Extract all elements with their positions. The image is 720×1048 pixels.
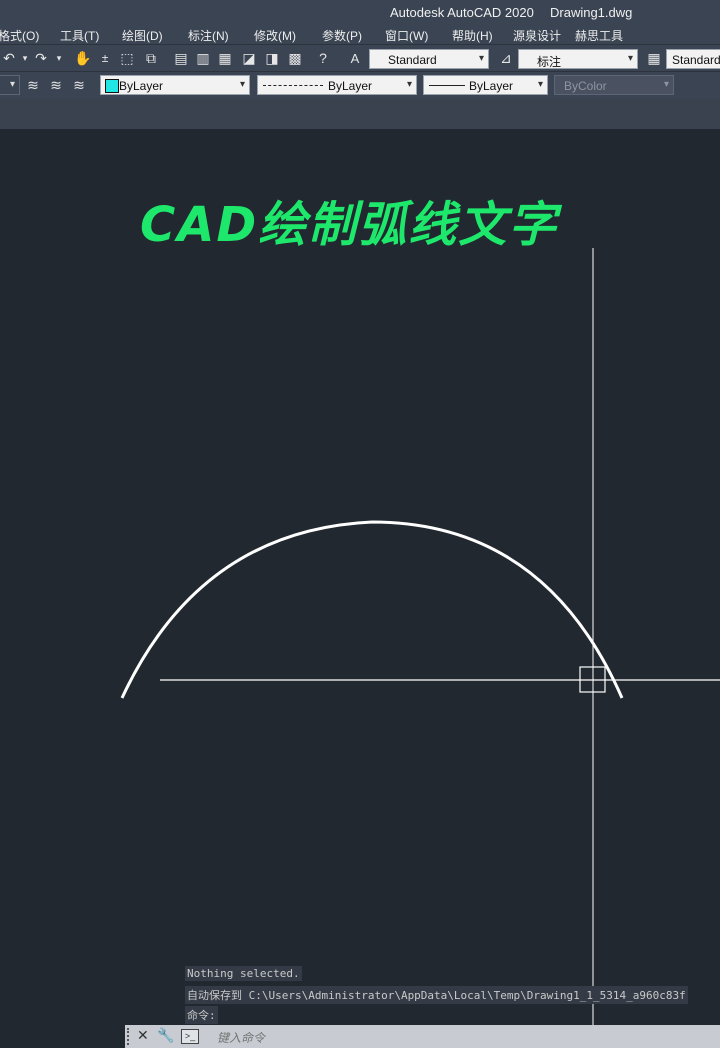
table-style-dropdown[interactable]: Standard (666, 49, 720, 69)
command-history-line: 自动保存到 C:\Users\Administrator\AppData\Loc… (185, 986, 688, 1004)
menu-hesi-tools[interactable]: 赫思工具 (575, 27, 623, 44)
command-history-line: Nothing selected. (185, 966, 302, 981)
menu-draw[interactable]: 绘图(D) (122, 27, 163, 44)
dim-style-icon[interactable]: ⊿ (497, 49, 515, 67)
layer-current-icon[interactable]: ≋ (47, 76, 65, 94)
properties-icon[interactable]: ▤ (172, 49, 190, 67)
command-prompt-icon[interactable]: >_ (181, 1029, 199, 1044)
dim-style-dropdown[interactable]: 标注 ▾ (518, 49, 638, 69)
command-history-line: 命令: (185, 1006, 218, 1024)
wrench-icon[interactable]: 🔧 (157, 1027, 174, 1044)
chevron-down-icon: ▾ (478, 53, 484, 64)
menu-bar: 格式(O) 工具(T) 绘图(D) 标注(N) 修改(M) 参数(P) 窗口(W… (0, 24, 720, 44)
menu-modify[interactable]: 修改(M) (254, 27, 296, 44)
menu-tools[interactable]: 工具(T) (60, 27, 99, 44)
text-style-icon[interactable]: A (346, 49, 364, 67)
zoom-realtime-icon[interactable]: ± (96, 49, 114, 67)
chevron-down-icon: ▾ (9, 79, 15, 90)
text-style-dropdown[interactable]: Standard ▾ (369, 49, 489, 69)
markup-icon[interactable]: ◨ (263, 49, 281, 67)
layers-toolbar: ▾ ≋ ≋ ≋ ByLayer ▾ ByLayer ▾ ByLayer ▾ By… (0, 71, 720, 100)
title-bar: Autodesk AutoCAD 2020 Drawing1.dwg (0, 0, 720, 24)
chevron-down-icon: ▾ (663, 79, 669, 90)
menu-format[interactable]: 格式(O) (0, 27, 39, 44)
document-title: Drawing1.dwg (550, 5, 633, 20)
linetype-dropdown[interactable]: ByLayer ▾ (257, 75, 417, 95)
layer-dropdown[interactable]: ▾ (0, 75, 20, 95)
lineweight-dropdown[interactable]: ByLayer ▾ (423, 75, 548, 95)
redo-dropdown-icon[interactable]: ▾ (50, 49, 68, 67)
zoom-previous-icon[interactable]: ⧉ (142, 49, 160, 67)
close-icon[interactable]: ✕ (137, 1027, 149, 1044)
menu-parameters[interactable]: 参数(P) (322, 27, 362, 44)
linetype-preview (263, 85, 323, 86)
menu-window[interactable]: 窗口(W) (385, 27, 428, 44)
menu-dimension[interactable]: 标注(N) (188, 27, 229, 44)
layer-manager-icon[interactable]: ≋ (24, 76, 42, 94)
sheet-set-icon[interactable]: ◪ (240, 49, 258, 67)
color-dropdown[interactable]: ByLayer ▾ (100, 75, 250, 95)
help-icon[interactable]: ? (314, 49, 332, 67)
menu-help[interactable]: 帮助(H) (452, 27, 493, 44)
tool-palettes-icon[interactable]: ▦ (216, 49, 234, 67)
toolbar-spacer (0, 99, 720, 129)
chevron-down-icon: ▾ (239, 79, 245, 90)
chevron-down-icon: ▾ (537, 79, 543, 90)
chevron-down-icon: ▾ (627, 53, 633, 64)
command-input[interactable] (215, 1027, 719, 1048)
layer-previous-icon[interactable]: ≋ (70, 76, 88, 94)
menu-yuanquan[interactable]: 源泉设计 (513, 27, 561, 44)
command-line-bar: ✕ 🔧 >_ (125, 1025, 720, 1048)
lineweight-preview (429, 85, 465, 86)
calculator-icon[interactable]: ▩ (286, 49, 304, 67)
chevron-down-icon: ▾ (406, 79, 412, 90)
standard-toolbar: ↶ ▾ ↷ ▾ ✋ ± ⬚ ⧉ ▤ ▥ ▦ ◪ ◨ ▩ ? A Standard… (0, 44, 720, 73)
pan-hand-icon[interactable]: ✋ (74, 49, 92, 67)
zoom-window-icon[interactable]: ⬚ (118, 49, 136, 67)
table-style-icon[interactable]: ▦ (645, 49, 663, 67)
app-title: Autodesk AutoCAD 2020 (390, 5, 534, 20)
redo-icon[interactable]: ↷ (32, 49, 50, 67)
design-center-icon[interactable]: ▥ (194, 49, 212, 67)
arc-curve[interactable] (120, 520, 624, 699)
drawing-canvas[interactable] (0, 130, 720, 1048)
plot-style-dropdown: ByColor ▾ (554, 75, 674, 95)
color-swatch (105, 79, 119, 93)
drag-grip-icon[interactable] (127, 1028, 135, 1045)
